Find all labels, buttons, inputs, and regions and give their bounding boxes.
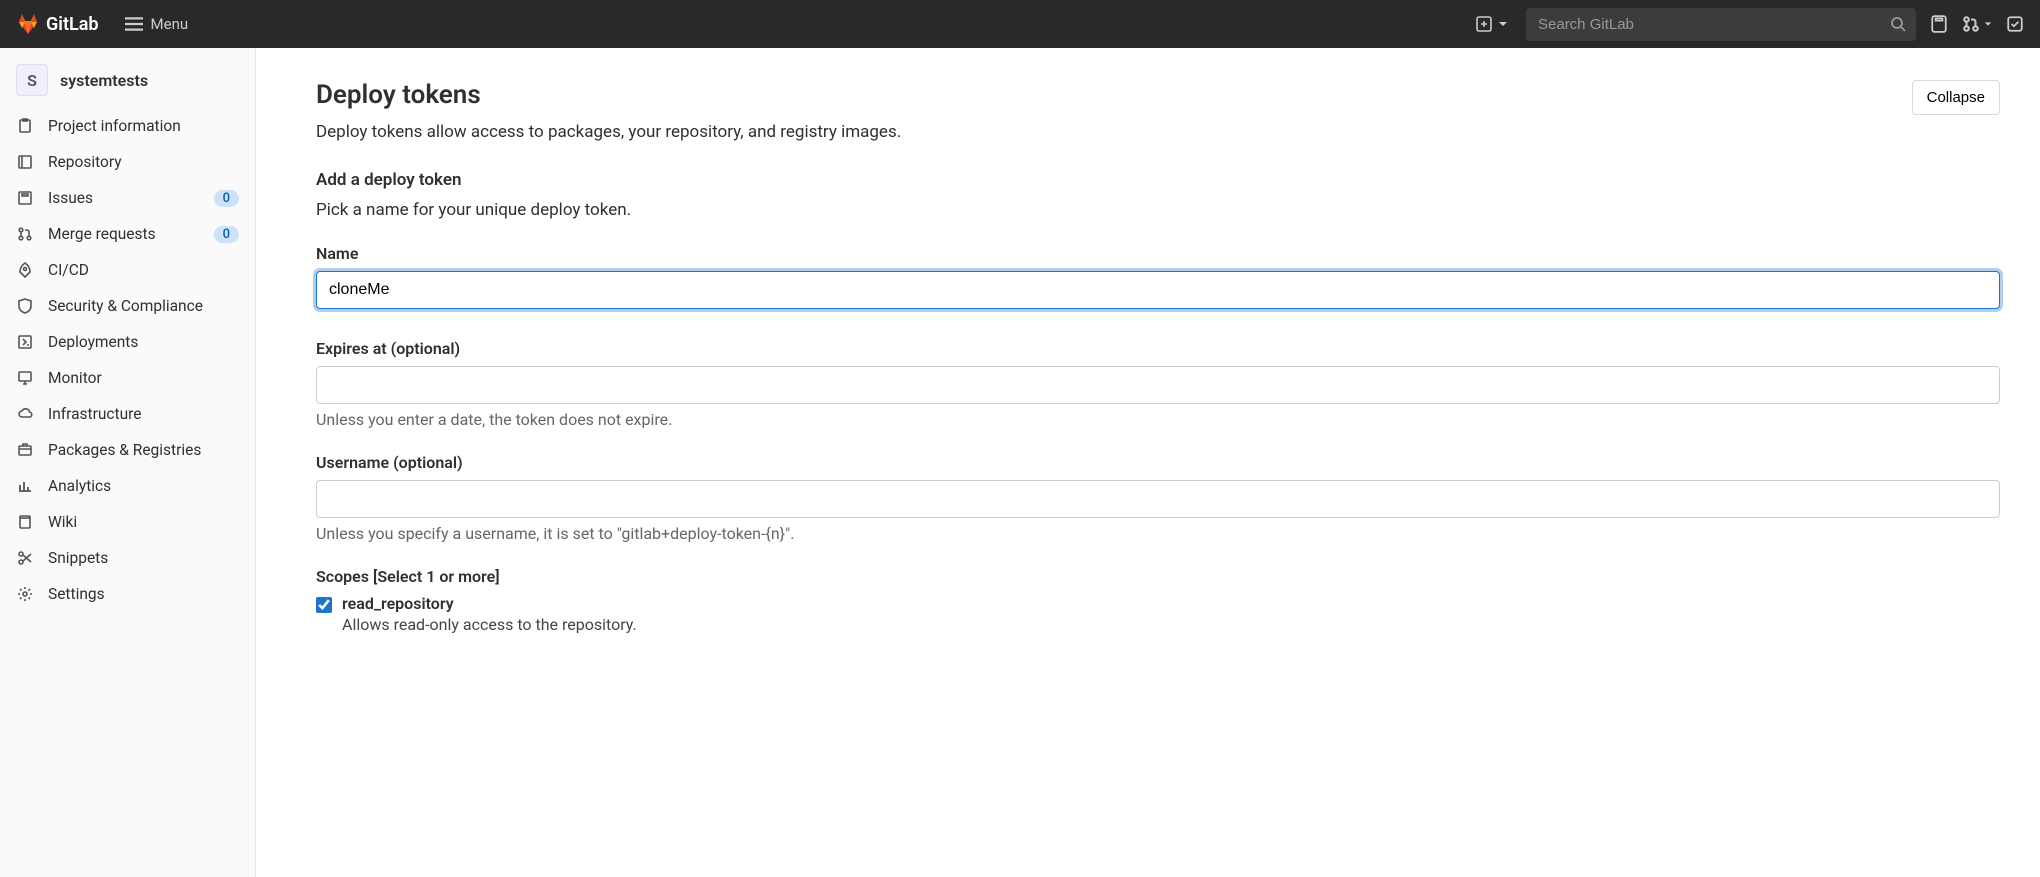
main-content: Deploy tokens Deploy tokens allow access…	[256, 48, 2040, 877]
collapse-button[interactable]: Collapse	[1912, 80, 2000, 115]
mr-count-badge: 0	[214, 226, 239, 243]
name-label: Name	[316, 244, 2000, 263]
sidebar-item-repository[interactable]: Repository	[0, 144, 255, 180]
sidebar-item-label: Wiki	[48, 513, 239, 531]
add-token-description: Pick a name for your unique deploy token…	[316, 200, 2000, 220]
sidebar-item-snippets[interactable]: Snippets	[0, 540, 255, 576]
name-input[interactable]	[316, 271, 2000, 309]
search-icon	[1890, 16, 1906, 32]
sidebar-item-label: Packages & Registries	[48, 441, 239, 459]
top-header: GitLab Menu	[0, 0, 2040, 48]
sidebar-item-label: Security & Compliance	[48, 297, 239, 315]
rocket-icon	[16, 262, 34, 278]
username-label: Username (optional)	[316, 453, 2000, 472]
username-field-block: Username (optional) Unless you specify a…	[316, 453, 2000, 543]
issues-shortcut-icon[interactable]	[1930, 15, 1948, 33]
sidebar-item-label: Monitor	[48, 369, 239, 387]
monitor-icon	[16, 370, 34, 386]
search-box	[1526, 8, 1916, 41]
name-field-block: Name	[316, 244, 2000, 315]
project-header[interactable]: S systemtests	[0, 56, 255, 104]
cloud-icon	[16, 406, 34, 422]
sidebar-item-merge-requests[interactable]: Merge requests 0	[0, 216, 255, 252]
deployments-icon	[16, 334, 34, 350]
menu-button[interactable]: Menu	[115, 11, 199, 37]
sidebar-item-deployments[interactable]: Deployments	[0, 324, 255, 360]
chevron-down-icon	[1498, 19, 1508, 29]
issues-count-badge: 0	[214, 190, 239, 207]
sidebar: S systemtests Project information Reposi…	[0, 48, 256, 877]
merge-request-icon	[16, 226, 34, 242]
scopes-block: Scopes [Select 1 or more] read_repositor…	[316, 567, 2000, 634]
header-left: GitLab Menu	[16, 11, 198, 37]
sidebar-item-label: Repository	[48, 153, 239, 171]
sidebar-item-cicd[interactable]: CI/CD	[0, 252, 255, 288]
repository-icon	[16, 154, 34, 170]
hamburger-icon	[125, 15, 143, 33]
sidebar-item-settings[interactable]: Settings	[0, 576, 255, 612]
project-name: systemtests	[60, 71, 148, 90]
sidebar-item-infrastructure[interactable]: Infrastructure	[0, 396, 255, 432]
search-input[interactable]	[1526, 8, 1916, 41]
scopes-heading: Scopes [Select 1 or more]	[316, 567, 2000, 586]
section-header: Deploy tokens Deploy tokens allow access…	[316, 80, 2000, 170]
sidebar-item-analytics[interactable]: Analytics	[0, 468, 255, 504]
header-right	[1472, 8, 2024, 41]
sidebar-item-packages[interactable]: Packages & Registries	[0, 432, 255, 468]
gitlab-logo[interactable]: GitLab	[16, 12, 99, 36]
issues-icon	[16, 190, 34, 206]
scissors-icon	[16, 550, 34, 566]
project-info-icon	[16, 118, 34, 134]
sidebar-item-project-information[interactable]: Project information	[0, 108, 255, 144]
book-icon	[16, 514, 34, 530]
tanuki-icon	[16, 12, 40, 36]
scope-read-repository-row: read_repository	[316, 594, 2000, 613]
sidebar-item-label: Infrastructure	[48, 405, 239, 423]
username-input[interactable]	[316, 480, 2000, 518]
layout: S systemtests Project information Reposi…	[0, 48, 2040, 877]
expires-label: Expires at (optional)	[316, 339, 2000, 358]
plus-square-icon	[1476, 16, 1492, 32]
sidebar-item-label: Project information	[48, 117, 239, 135]
sidebar-item-security[interactable]: Security & Compliance	[0, 288, 255, 324]
merge-requests-shortcut[interactable]	[1962, 15, 1992, 33]
package-icon	[16, 442, 34, 458]
add-token-heading: Add a deploy token	[316, 170, 2000, 190]
scope-read-repository-checkbox[interactable]	[316, 597, 332, 613]
create-new-dropdown[interactable]	[1472, 12, 1512, 36]
sidebar-item-label: CI/CD	[48, 261, 239, 279]
sidebar-item-label: Snippets	[48, 549, 239, 567]
sidebar-item-label: Deployments	[48, 333, 239, 351]
page-title: Deploy tokens	[316, 80, 901, 110]
username-hint: Unless you specify a username, it is set…	[316, 524, 2000, 543]
scope-read-repository-description: Allows read-only access to the repositor…	[342, 615, 2000, 634]
gear-icon	[16, 586, 34, 602]
expires-field-block: Expires at (optional) Unless you enter a…	[316, 339, 2000, 429]
sidebar-item-label: Analytics	[48, 477, 239, 495]
sidebar-item-label: Merge requests	[48, 225, 200, 243]
chart-icon	[16, 478, 34, 494]
brand-text: GitLab	[46, 14, 99, 35]
expires-input[interactable]	[316, 366, 2000, 404]
sidebar-item-label: Issues	[48, 189, 200, 207]
scope-read-repository-label[interactable]: read_repository	[342, 594, 454, 613]
todos-icon[interactable]	[2006, 15, 2024, 33]
menu-label: Menu	[151, 15, 189, 33]
sidebar-item-wiki[interactable]: Wiki	[0, 504, 255, 540]
shield-icon	[16, 298, 34, 314]
sidebar-item-label: Settings	[48, 585, 239, 603]
sidebar-item-issues[interactable]: Issues 0	[0, 180, 255, 216]
page-description: Deploy tokens allow access to packages, …	[316, 122, 901, 142]
expires-hint: Unless you enter a date, the token does …	[316, 410, 2000, 429]
sidebar-item-monitor[interactable]: Monitor	[0, 360, 255, 396]
project-avatar: S	[16, 64, 48, 96]
